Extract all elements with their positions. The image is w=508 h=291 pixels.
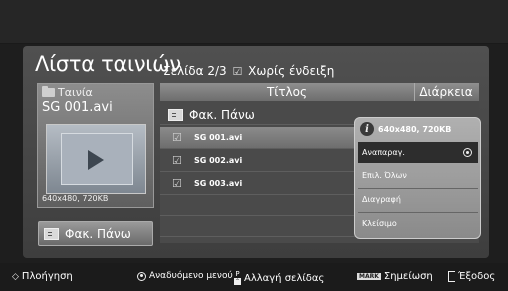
column-duration[interactable]: Διάρκεια — [416, 85, 476, 99]
checkbox-icon[interactable]: ☑ — [160, 154, 186, 167]
exit-icon — [448, 271, 455, 282]
info-icon: i — [360, 122, 374, 136]
mark-status: Χωρίς ένδειξη — [248, 64, 335, 78]
table-header: Τίτλος Διάρκεια — [160, 83, 479, 101]
checkbox-icon[interactable]: ☑ — [160, 177, 186, 190]
page-number: 2/3 — [207, 64, 227, 78]
hint-page-change-label: Αλλαγή σελίδας — [244, 272, 325, 284]
popup-info: i 640x480, 720KB — [360, 122, 451, 136]
page-info: Σελίδα 2/3 ☑ Χωρίς ένδειξη — [163, 64, 334, 78]
menu-item-close-label: Κλείσιμο — [362, 219, 397, 228]
hint-popup-menu-label: Αναδυόμενο μενού — [149, 271, 233, 281]
hint-popup-menu: Αναδυόμενο μενού — [137, 271, 233, 281]
menu-item-select-all-label: Επιλ. Όλων — [362, 171, 407, 180]
up-folder-button[interactable]: Φακ. Πάνω — [38, 221, 153, 246]
preview-file-name: SG 001.avi — [42, 100, 113, 115]
up-folder-row-label: Φακ. Πάνω — [189, 107, 255, 122]
hint-page-change: P ⌃ Αλλαγή σελίδας — [234, 271, 324, 285]
hint-navigate: ◇ Πλοήγηση — [12, 271, 73, 282]
video-thumbnail — [46, 124, 146, 194]
ok-button-icon — [137, 271, 146, 281]
menu-item-delete-label: Διαγραφή — [362, 195, 401, 204]
page-updown-icon: P ⌃ — [234, 270, 241, 285]
hint-navigate-label: Πλοήγηση — [21, 271, 73, 282]
hint-exit-label: Έξοδος — [458, 271, 496, 282]
preview-card: Ταινία SG 001.avi 640x480, 720KB — [37, 83, 154, 208]
page-title: Λίστα ταινιών — [35, 52, 181, 76]
play-icon — [88, 150, 104, 170]
menu-item-play[interactable]: Αναπαραγ. — [358, 142, 478, 163]
top-bar — [0, 0, 508, 44]
menu-item-play-label: Αναπαραγ. — [362, 148, 405, 157]
hint-mark: MARK Σημείωση — [357, 271, 433, 282]
header-divider — [414, 83, 415, 101]
checkbox-icon[interactable]: ☑ — [160, 131, 186, 144]
up-folder-label: Φακ. Πάνω — [65, 226, 131, 241]
preview-category: Ταινία — [42, 86, 93, 99]
up-folder-icon — [168, 108, 183, 121]
file-name: SG 001.avi — [194, 133, 243, 142]
popup-info-text: 640x480, 720KB — [378, 124, 452, 134]
mark-indicator-icon: ☑ — [232, 65, 243, 78]
menu-item-close[interactable]: Κλείσιμο — [358, 213, 478, 234]
bottom-bar: ◇ Πλοήγηση Αναδυόμενο μενού P ⌃ Αλλαγή σε… — [0, 263, 508, 291]
page-label: Σελίδα — [163, 64, 204, 78]
column-title[interactable]: Τίτλος — [160, 85, 414, 99]
mark-key-icon: MARK — [357, 273, 381, 280]
popup-menu: i 640x480, 720KB Αναπαραγ. Επιλ. Όλων Δι… — [354, 117, 481, 239]
file-name: SG 002.avi — [194, 156, 243, 165]
preview-category-label: Ταινία — [58, 86, 93, 99]
preview-resolution: 640x480, 720KB — [42, 194, 109, 203]
folder-icon — [42, 86, 55, 97]
menu-item-select-all[interactable]: Επιλ. Όλων — [358, 165, 478, 186]
hint-exit: Έξοδος — [448, 271, 495, 282]
navigation-arrows-icon: ◇ — [12, 271, 19, 282]
up-folder-icon — [44, 227, 59, 240]
hint-mark-label: Σημείωση — [383, 271, 433, 282]
menu-item-delete[interactable]: Διαγραφή — [358, 189, 478, 210]
selected-radio-icon — [463, 148, 472, 157]
file-name: SG 003.avi — [194, 179, 243, 188]
